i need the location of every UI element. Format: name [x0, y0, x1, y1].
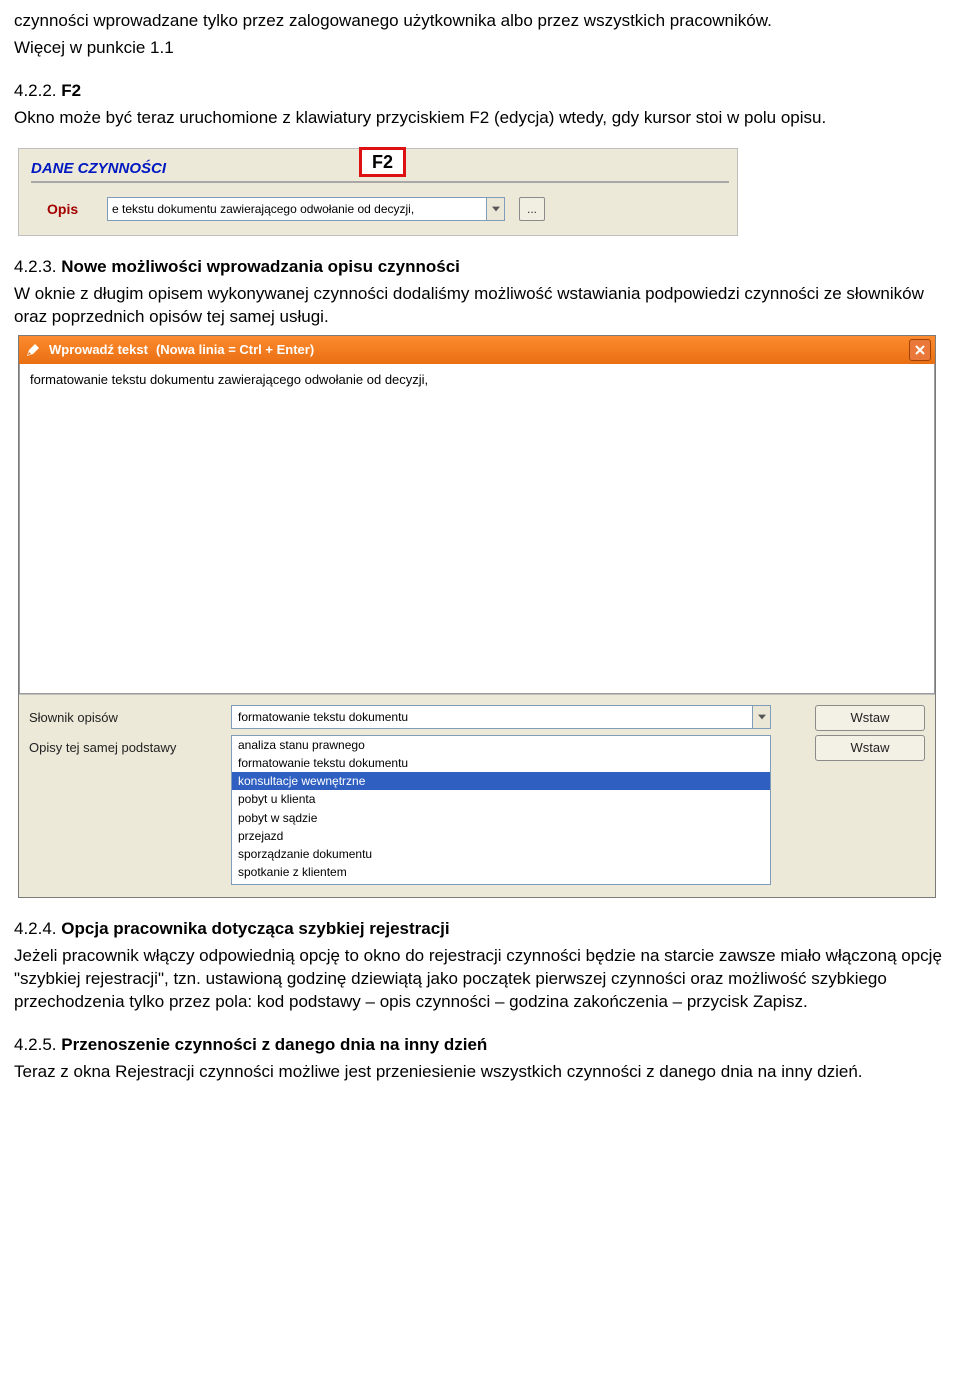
opisy-label: Opisy tej samej podstawy — [29, 735, 219, 757]
body-4-2-4: Jeżeli pracownik włączy odpowiednią opcj… — [14, 945, 946, 1014]
slownik-combo[interactable] — [231, 705, 771, 729]
slownik-label: Słownik opisów — [29, 705, 219, 727]
main-textarea[interactable] — [19, 364, 935, 694]
list-item[interactable]: przejazd — [232, 827, 770, 845]
heading-title: Przenoszenie czynności z danego dnia na … — [61, 1035, 487, 1054]
wstaw-button-1[interactable]: Wstaw — [815, 705, 925, 731]
bottom-panel: Słownik opisów Wstaw Opisy tej samej pod… — [19, 694, 935, 897]
heading-num: 4.2.3. — [14, 257, 57, 276]
chevron-down-icon — [758, 714, 766, 720]
close-icon — [914, 344, 926, 356]
opisy-listbox[interactable]: analiza stanu prawnegoformatowanie tekst… — [231, 735, 771, 885]
body-4-2-3: W oknie z długim opisem wykonywanej czyn… — [14, 283, 946, 329]
opis-ellipsis-button[interactable]: ... — [519, 197, 545, 221]
list-item[interactable]: konsultacje wewnętrzne — [232, 772, 770, 790]
window-subtitle: (Nowa linia = Ctrl + Enter) — [156, 341, 314, 359]
heading-num: 4.2.4. — [14, 919, 57, 938]
slownik-input[interactable] — [231, 705, 753, 729]
heading-4-2-4: 4.2.4. Opcja pracownika dotycząca szybki… — [14, 918, 946, 941]
screenshot-wprowadz-tekst: Wprowadź tekst (Nowa linia = Ctrl + Ente… — [18, 335, 936, 898]
list-item[interactable]: pobyt w sądzie — [232, 809, 770, 827]
body-4-2-5: Teraz z okna Rejestracji czynności możli… — [14, 1061, 946, 1084]
window-title: Wprowadź tekst — [49, 341, 148, 359]
intro-p1: czynności wprowadzane tylko przez zalogo… — [14, 10, 946, 33]
window-titlebar: Wprowadź tekst (Nowa linia = Ctrl + Ente… — [19, 336, 935, 364]
opis-combo[interactable] — [107, 197, 505, 221]
heading-title: Opcja pracownika dotycząca szybkiej reje… — [61, 919, 449, 938]
heading-num: 4.2.2. — [14, 81, 57, 100]
heading-4-2-2: 4.2.2. F2 — [14, 80, 946, 103]
heading-title: F2 — [61, 81, 81, 100]
heading-num: 4.2.5. — [14, 1035, 57, 1054]
pencil-icon — [25, 342, 41, 358]
body-4-2-2: Okno może być teraz uruchomione z klawia… — [14, 107, 946, 130]
opis-label: Opis — [47, 200, 99, 219]
f2-highlight-badge: F2 — [359, 147, 406, 177]
chevron-down-icon — [492, 206, 500, 212]
wstaw-button-2[interactable]: Wstaw — [815, 735, 925, 761]
heading-4-2-5: 4.2.5. Przenoszenie czynności z danego d… — [14, 1034, 946, 1057]
list-item[interactable]: spotkanie z klientem — [232, 863, 770, 881]
list-item[interactable]: pobyt u klienta — [232, 790, 770, 808]
heading-4-2-3: 4.2.3. Nowe możliwości wprowadzania opis… — [14, 256, 946, 279]
heading-title: Nowe możliwości wprowadzania opisu czynn… — [61, 257, 460, 276]
list-item[interactable]: formatowanie tekstu dokumentu — [232, 754, 770, 772]
opis-input[interactable] — [107, 197, 487, 221]
slownik-dropdown-button[interactable] — [753, 705, 771, 729]
window-close-button[interactable] — [909, 339, 931, 361]
screenshot-dane-czynnosci: F2 DANE CZYNNOŚCI Opis ... — [18, 148, 738, 236]
intro-p2: Więcej w punkcie 1.1 — [14, 37, 946, 60]
opis-dropdown-button[interactable] — [487, 197, 505, 221]
list-item[interactable]: analiza stanu prawnego — [232, 736, 770, 754]
list-item[interactable]: sporządzanie dokumentu — [232, 845, 770, 863]
